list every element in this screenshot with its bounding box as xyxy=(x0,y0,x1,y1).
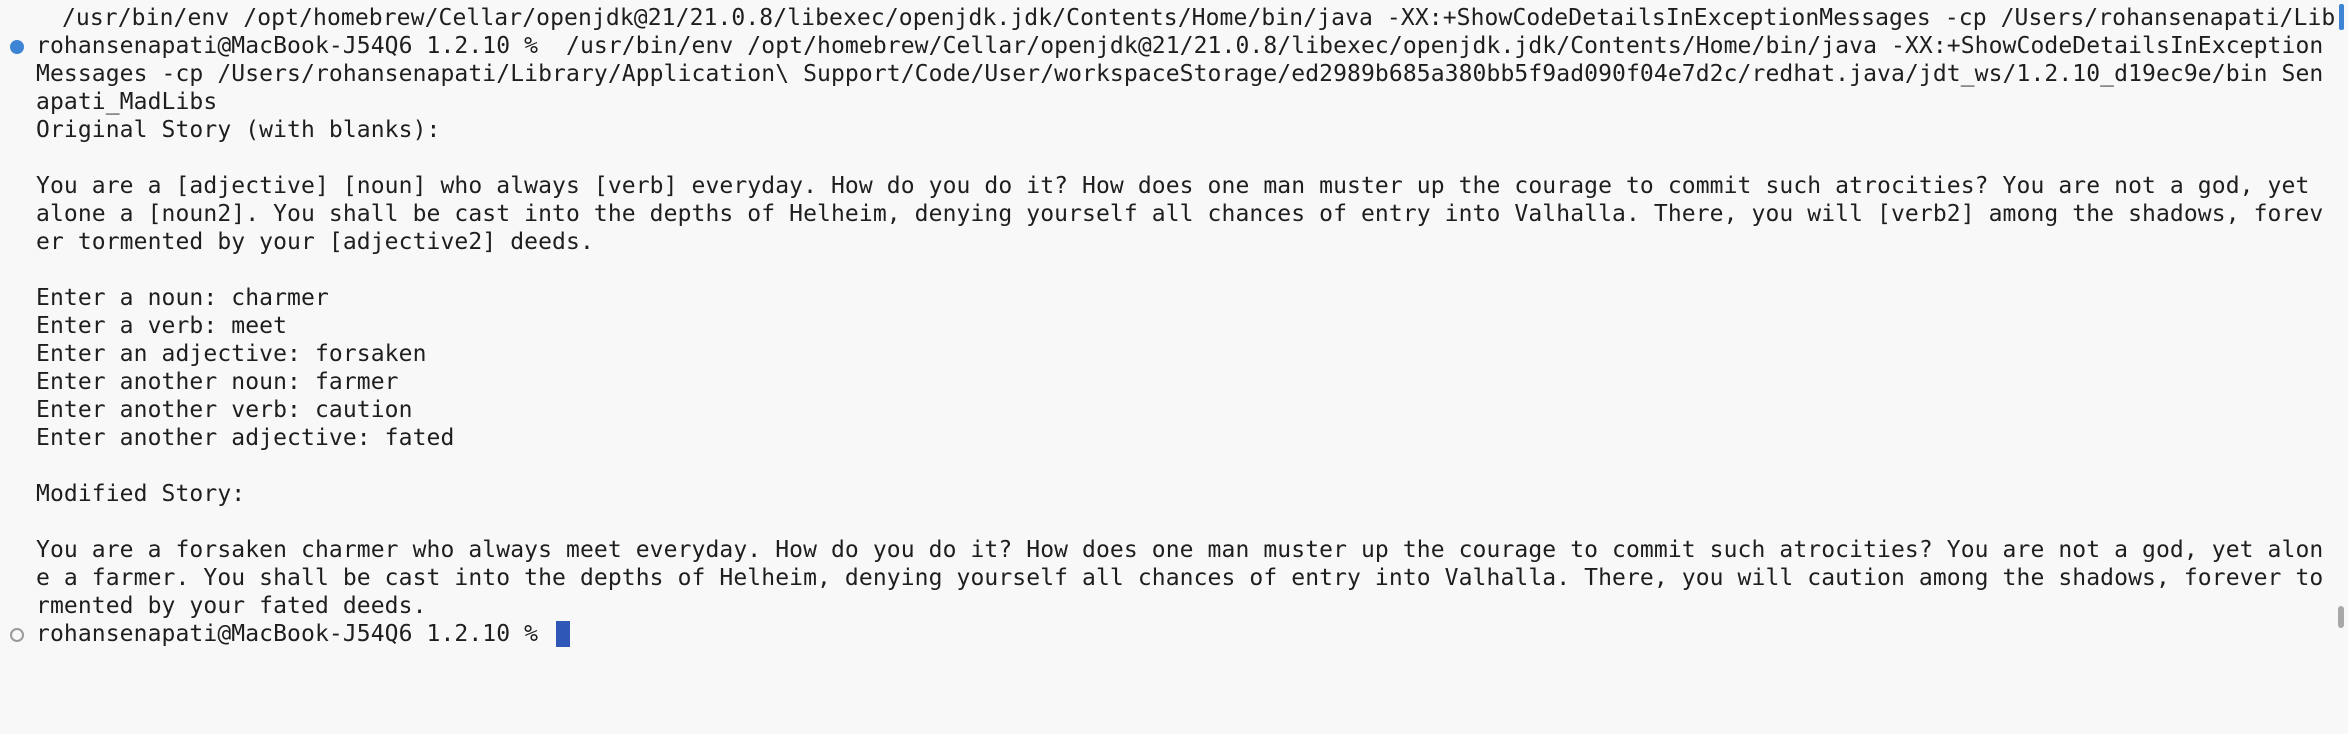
input-line-adjective2: Enter another adjective: fated xyxy=(36,425,455,451)
command-status-filled-icon[interactable] xyxy=(10,40,24,54)
terminal-panel[interactable]: /usr/bin/env /opt/homebrew/Cellar/openjd… xyxy=(0,0,2348,734)
input-line-noun2: Enter another noun: farmer xyxy=(36,369,399,395)
modified-story-heading: Modified Story: xyxy=(36,481,246,507)
modified-story-line: You are a forsaken charmer who always me… xyxy=(36,537,2324,563)
original-story-line: er tormented by your [adjective2] deeds. xyxy=(36,229,594,255)
original-story-heading: Original Story (with blanks): xyxy=(36,117,441,143)
command-status-hollow-icon[interactable] xyxy=(10,628,24,642)
modified-story-line: e a farmer. You shall be cast into the d… xyxy=(36,565,2324,591)
input-line-verb2: Enter another verb: caution xyxy=(36,397,413,423)
final-prompt-text: rohansenapati@MacBook-J54Q6 1.2.10 % xyxy=(36,621,553,647)
prompt-command-line-continued: Messages -cp /Users/rohansenapati/Librar… xyxy=(36,61,2324,87)
top-scroll-indicator xyxy=(2339,4,2344,30)
scrollbar-thumb[interactable] xyxy=(2338,606,2344,628)
prompt-command-line-end: apati_MadLibs xyxy=(36,89,218,115)
final-prompt-line[interactable]: rohansenapati@MacBook-J54Q6 1.2.10 % xyxy=(36,620,571,648)
prompt-command-line: rohansenapati@MacBook-J54Q6 1.2.10 % /us… xyxy=(36,33,2324,59)
input-line-verb: Enter a verb: meet xyxy=(36,313,288,339)
input-line-adjective: Enter an adjective: forsaken xyxy=(36,341,427,367)
original-story-line: alone a [noun2]. You shall be cast into … xyxy=(36,201,2324,227)
original-story-line: You are a [adjective] [noun] who always … xyxy=(36,173,2310,199)
input-line-noun: Enter a noun: charmer xyxy=(36,285,329,311)
terminal-cursor xyxy=(556,621,571,647)
command-line-partial: /usr/bin/env /opt/homebrew/Cellar/openjd… xyxy=(48,5,2336,31)
modified-story-line: rmented by your fated deeds. xyxy=(36,593,427,619)
